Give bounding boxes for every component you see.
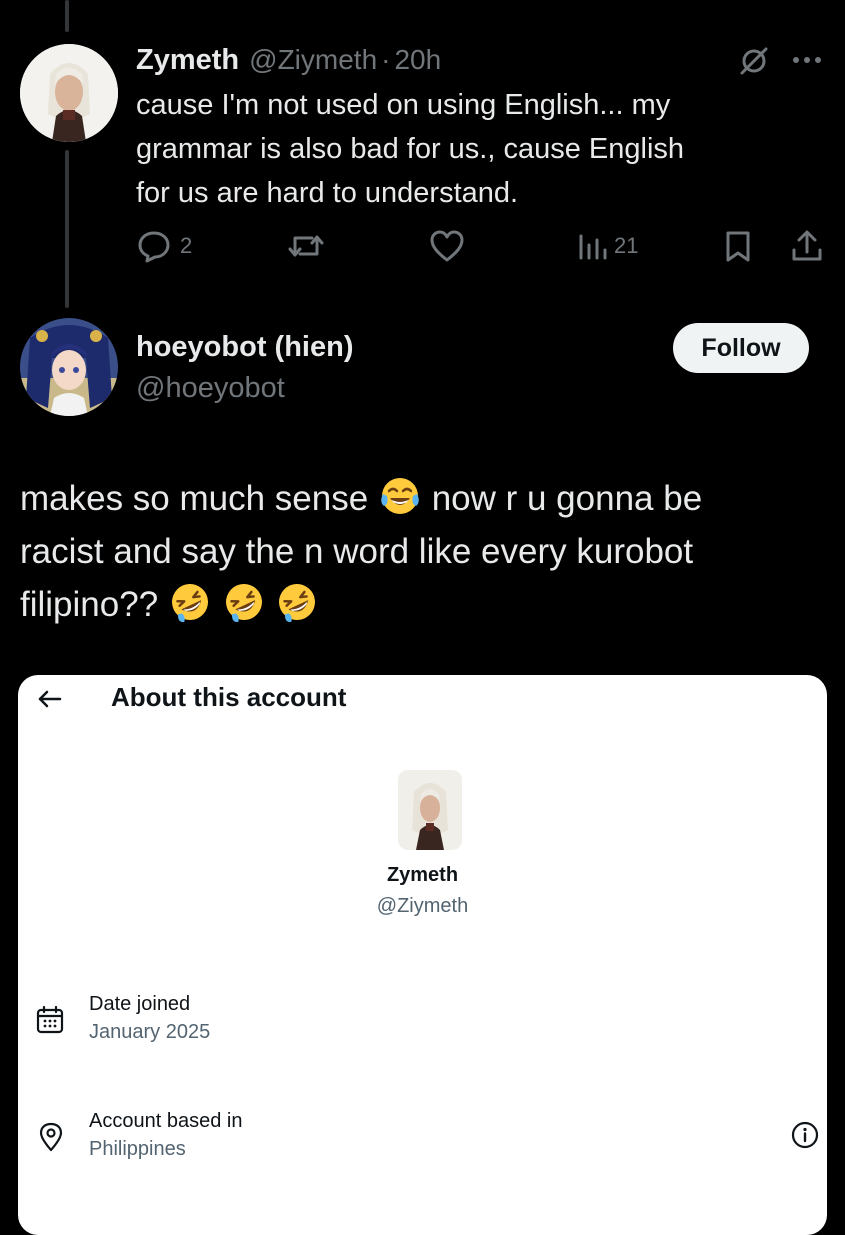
- more-dots-icon[interactable]: [790, 52, 824, 68]
- tweet-text-line: grammar is also bad for us., cause Engli…: [136, 133, 685, 165]
- like-button[interactable]: [428, 228, 466, 264]
- bookmark-icon: [726, 231, 750, 262]
- reply-button[interactable]: 2: [136, 228, 192, 264]
- repost-button[interactable]: [286, 228, 326, 264]
- date-joined-value: January 2025: [89, 1021, 211, 1043]
- profile-name: Zymeth: [386, 864, 459, 886]
- location-pin-icon: [36, 1121, 66, 1153]
- back-arrow-icon[interactable]: [34, 685, 66, 713]
- views-button[interactable]: 21: [576, 228, 638, 264]
- share-icon: [792, 230, 822, 261]
- reply-author-handle[interactable]: @hoeyobot: [136, 372, 285, 405]
- tweet-time[interactable]: 20h: [394, 44, 441, 76]
- rolling-laughing-emoji: [279, 584, 316, 622]
- heart-icon: [430, 230, 464, 262]
- info-icon[interactable]: [790, 1120, 820, 1150]
- based-in-label: Account based in: [89, 1110, 243, 1132]
- author-name[interactable]: Zymeth: [136, 44, 239, 77]
- share-button[interactable]: [789, 228, 825, 264]
- tears-of-joy-emoji: [381, 478, 419, 514]
- tweet-text: cause I'm not used on using English... m…: [136, 83, 816, 215]
- profile-handle: @Ziymeth: [376, 895, 469, 917]
- views-bars-icon: [579, 234, 607, 260]
- avatar[interactable]: [20, 44, 118, 142]
- tweet-text-line: cause I'm not used on using English... m…: [136, 89, 671, 121]
- thread-line-top: [65, 0, 69, 32]
- reply-author-name[interactable]: hoeyobot (hien): [136, 331, 353, 364]
- date-joined-label: Date joined: [89, 993, 191, 1015]
- reply-bubble-icon: [138, 231, 170, 263]
- bookmark-button[interactable]: [722, 228, 754, 264]
- separator-dot: ·: [381, 44, 391, 75]
- view-count: 21: [614, 233, 639, 258]
- reply-text: makes so much sense now r u gonna be rac…: [20, 472, 830, 631]
- author-handle[interactable]: @Ziymeth: [249, 44, 377, 76]
- reply-text-line: filipino??: [20, 578, 830, 631]
- tweet-text-line: for us are hard to understand.: [136, 177, 519, 209]
- calendar-icon: [34, 1004, 66, 1036]
- thread-line: [65, 150, 69, 308]
- reply-text-line: makes so much sense now r u gonna be: [20, 472, 830, 525]
- reply-count: 2: [180, 233, 193, 258]
- slashed-circle-icon[interactable]: [738, 45, 770, 77]
- sheet-title: About this account: [111, 682, 347, 712]
- repost-icon: [288, 235, 324, 257]
- based-in-value: Philippines: [89, 1138, 186, 1160]
- follow-button[interactable]: Follow: [673, 323, 809, 373]
- about-account-sheet: About this account Zymeth @Ziymeth Date …: [18, 675, 827, 1235]
- rolling-laughing-emoji: [171, 584, 208, 622]
- avatar: [398, 770, 462, 850]
- avatar[interactable]: [20, 318, 118, 416]
- reply-text-line: racist and say the n word like every kur…: [20, 532, 694, 571]
- rolling-laughing-emoji: [225, 584, 262, 622]
